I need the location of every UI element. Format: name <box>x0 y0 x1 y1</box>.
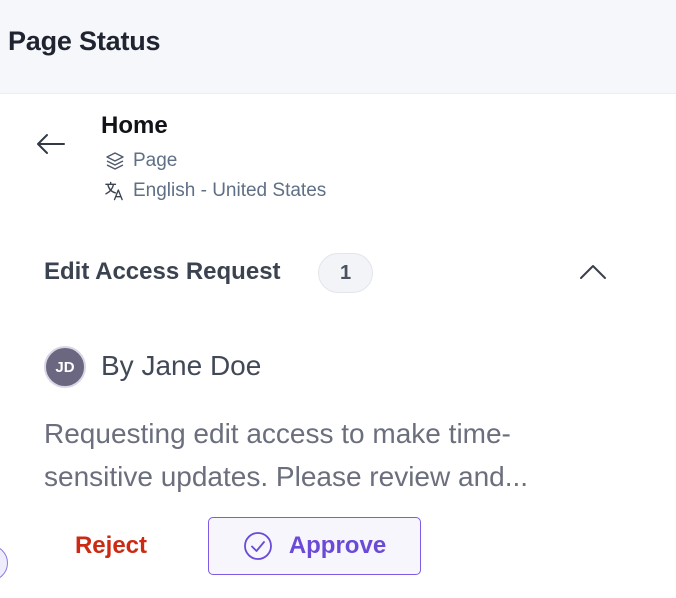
section-title: Edit Access Request <box>44 258 281 285</box>
layers-icon <box>104 151 125 172</box>
translate-icon <box>104 181 125 202</box>
collapse-button[interactable] <box>574 256 612 288</box>
page-locale-label: English - United States <box>133 180 327 201</box>
page-locale: English - United States <box>104 180 326 202</box>
request-author: By Jane Doe <box>101 350 262 381</box>
approve-label: Approve <box>288 532 387 559</box>
panel-title: Page Status <box>8 26 161 56</box>
side-handle[interactable] <box>0 545 8 581</box>
reject-button[interactable]: Reject <box>58 526 164 566</box>
approve-button[interactable]: Approve <box>208 517 421 575</box>
page-title: Home <box>101 112 168 139</box>
request-message: Requesting edit access to make time-sens… <box>44 418 529 492</box>
page-type-label: Page <box>133 150 178 171</box>
panel-header: Page Status <box>0 0 676 94</box>
avatar: JD <box>44 346 86 388</box>
arrow-left-icon <box>37 134 65 154</box>
back-button[interactable] <box>28 124 72 164</box>
page-type: Page <box>104 150 177 172</box>
count-badge: 1 <box>318 253 373 293</box>
check-circle-icon <box>243 531 273 561</box>
chevron-up-icon <box>580 265 606 279</box>
